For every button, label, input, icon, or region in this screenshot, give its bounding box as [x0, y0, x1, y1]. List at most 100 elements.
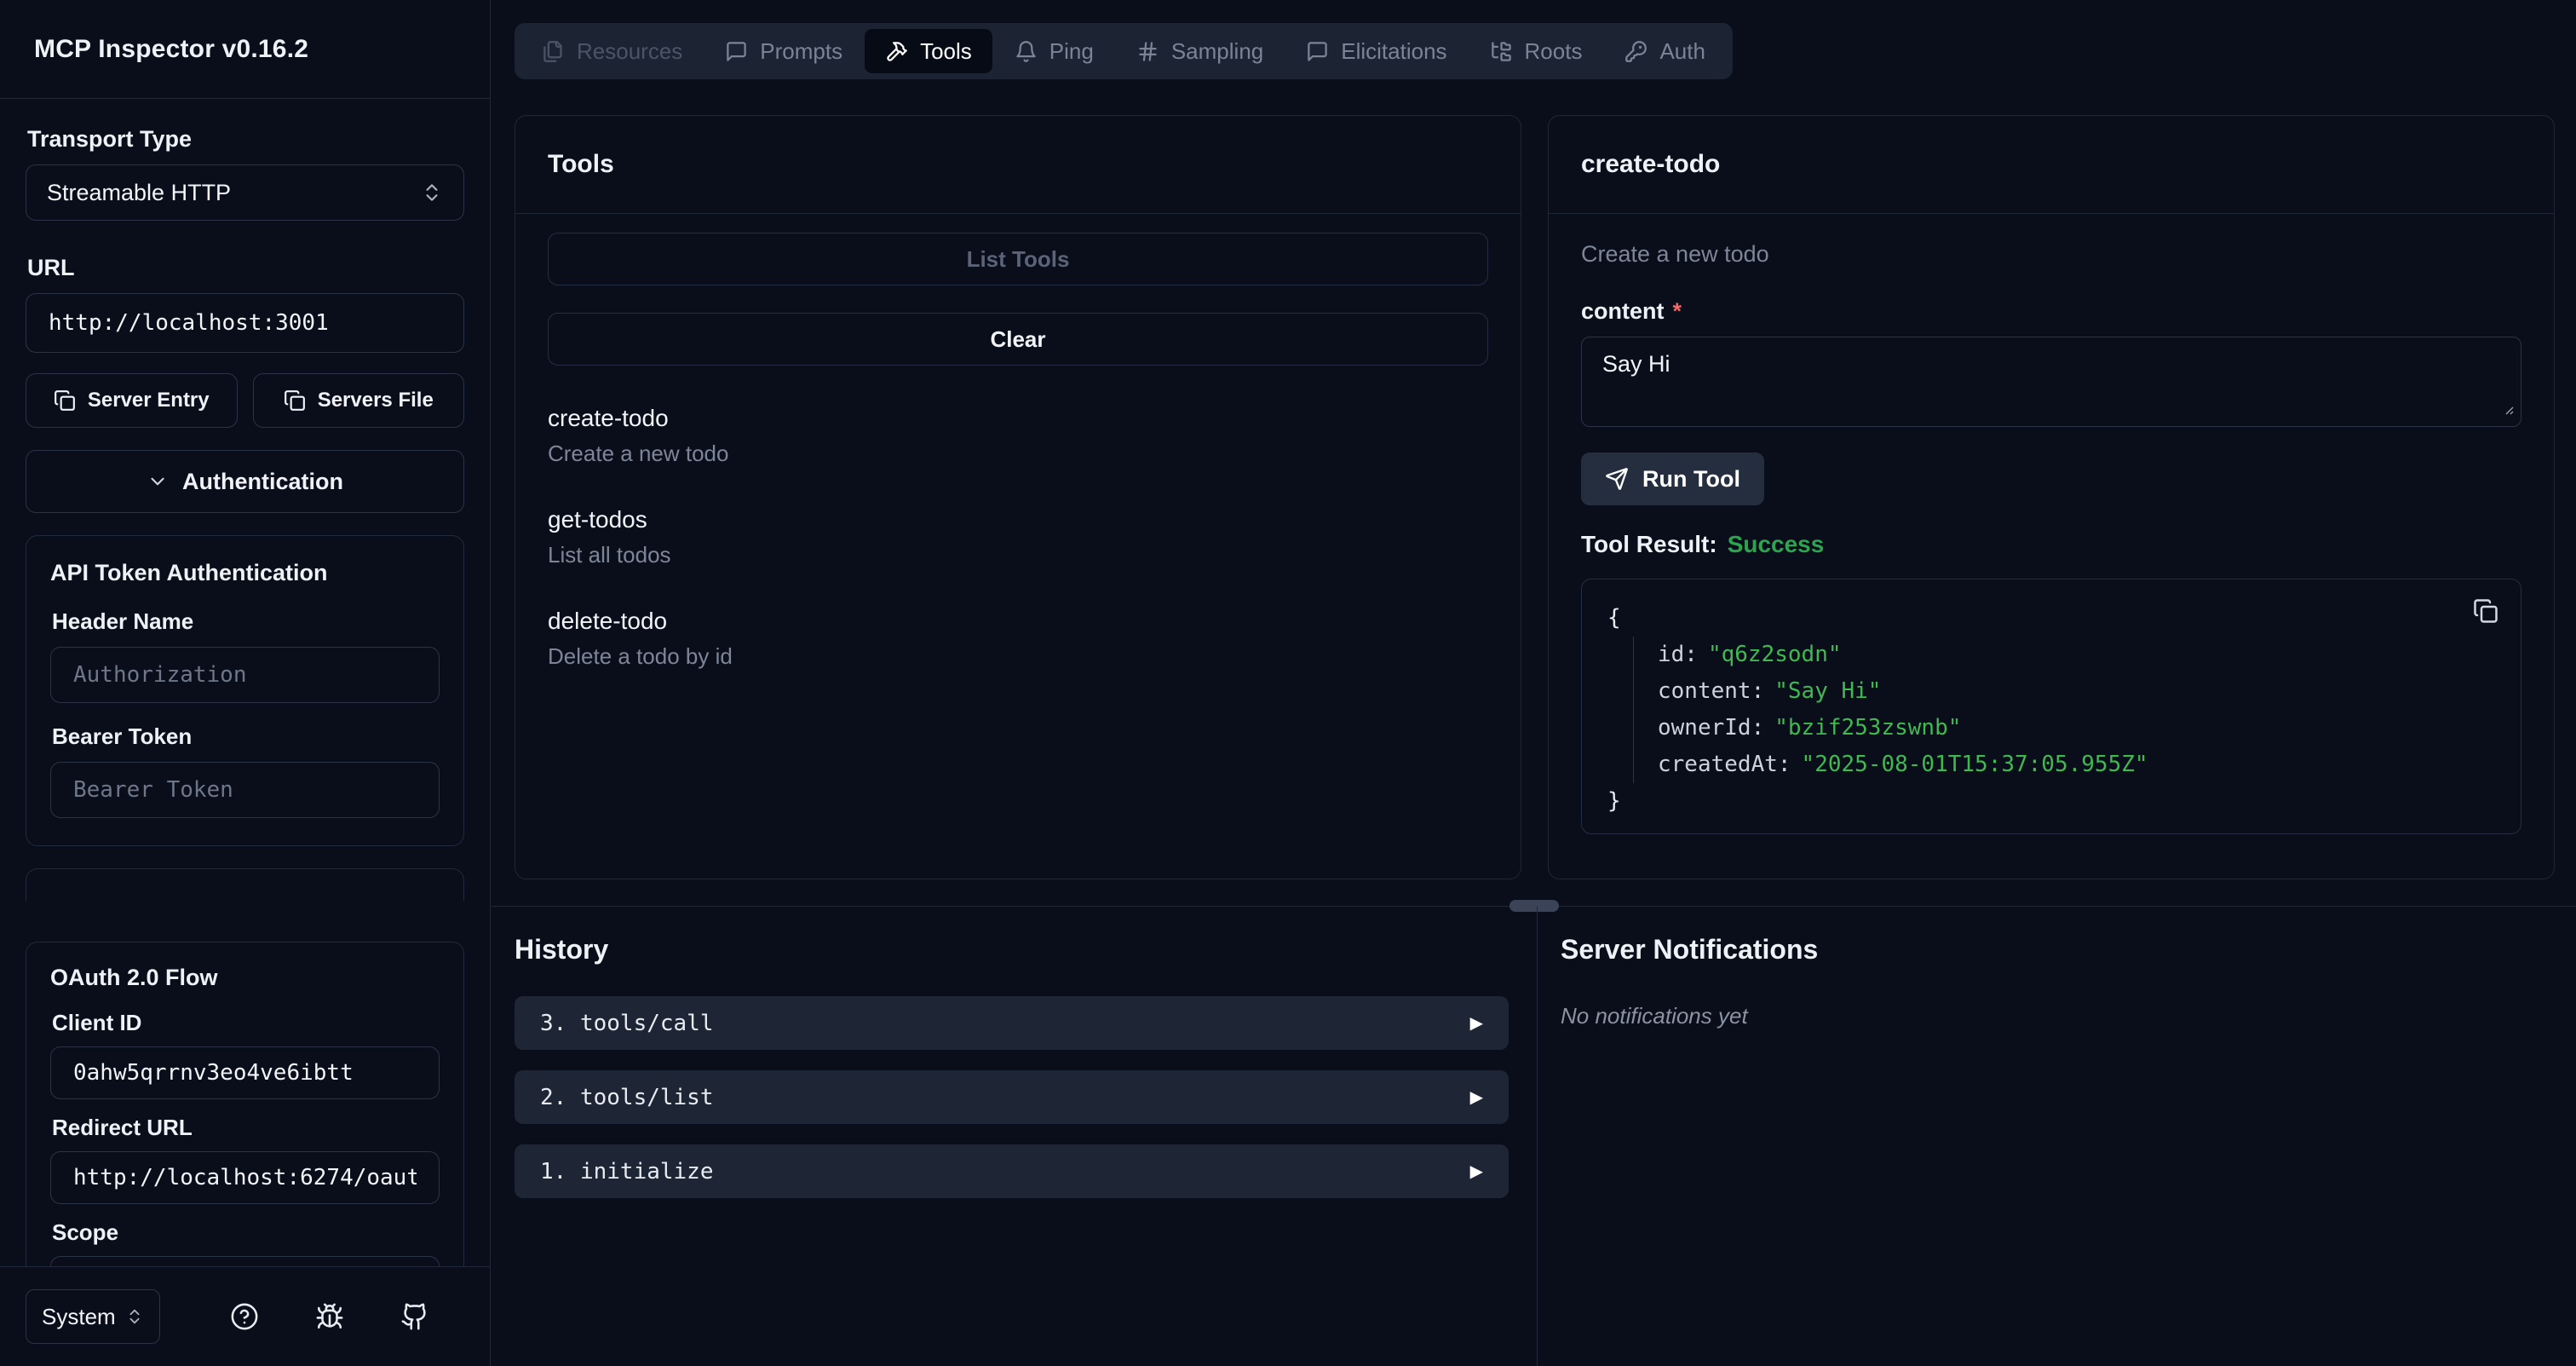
tab-label: Resources — [577, 38, 682, 65]
send-icon — [1605, 467, 1629, 491]
tab-label: Sampling — [1171, 38, 1263, 65]
tab-ping[interactable]: Ping — [994, 29, 1114, 73]
history-row-tools-list[interactable]: 2. tools/list ▶ — [515, 1070, 1509, 1124]
required-asterisk: * — [1673, 298, 1682, 324]
theme-select-value: System — [42, 1304, 116, 1330]
oauth-flow-title: OAuth 2.0 Flow — [50, 965, 440, 991]
bug-report-button[interactable] — [315, 1302, 344, 1331]
json-key: id: — [1658, 642, 1698, 667]
hash-icon — [1136, 40, 1159, 63]
history-row-label: 1. initialize — [540, 1159, 714, 1184]
server-entry-button[interactable]: Server Entry — [26, 373, 238, 428]
oauth-flow-card: OAuth 2.0 Flow Client ID Redirect URL Sc… — [26, 942, 464, 1266]
run-tool-button[interactable]: Run Tool — [1581, 452, 1764, 505]
sidebar-content: Transport Type Streamable HTTP URL Serve… — [0, 99, 490, 1266]
transport-type-select[interactable]: Streamable HTTP — [26, 164, 464, 221]
chevrons-up-down-icon — [421, 182, 443, 204]
client-id-input[interactable] — [50, 1046, 440, 1099]
tab-bar: Resources Prompts Tools Ping Sampling — [515, 23, 1733, 79]
tab-resources: Resources — [521, 29, 703, 73]
tool-result-line: Tool Result:Success — [1581, 531, 2521, 558]
json-value: "2025-08-01T15:37:05.955Z" — [1802, 752, 2148, 777]
api-token-auth-title: API Token Authentication — [50, 560, 440, 586]
tab-tools[interactable]: Tools — [865, 29, 992, 73]
copy-buttons-row: Server Entry Servers File — [26, 373, 464, 428]
tool-name: get-todos — [548, 506, 1488, 533]
tab-sampling[interactable]: Sampling — [1116, 29, 1284, 73]
message-square-icon — [725, 40, 748, 63]
content-textarea[interactable]: Say Hi — [1581, 337, 2521, 427]
tab-label: Elicitations — [1341, 38, 1446, 65]
message-square-icon — [1306, 40, 1329, 63]
servers-file-button[interactable]: Servers File — [253, 373, 465, 428]
json-rows: id: "q6z2sodn" content:"Say Hi" ownerId: "… — [1633, 637, 2495, 783]
history-rows: 3. tools/call ▶ 2. tools/list ▶ 1. initi… — [515, 996, 1509, 1198]
footer-icons — [230, 1302, 429, 1331]
bell-icon — [1015, 40, 1038, 63]
tool-name: delete-todo — [548, 608, 1488, 635]
tab-label: Prompts — [760, 38, 842, 65]
tool-detail-description: Create a new todo — [1581, 241, 2521, 268]
chevron-down-icon — [147, 470, 169, 493]
scope-input[interactable] — [50, 1256, 440, 1266]
tab-label: Tools — [920, 38, 972, 65]
transport-type-label: Transport Type — [27, 126, 464, 153]
tool-item-delete-todo[interactable]: delete-todo Delete a todo by id — [548, 608, 1488, 670]
split-drag-handle[interactable] — [1509, 900, 1559, 912]
github-icon — [400, 1302, 429, 1331]
no-notifications-text: No notifications yet — [1561, 1003, 2498, 1029]
header-name-input[interactable] — [50, 647, 440, 703]
tool-description: Create a new todo — [548, 441, 1488, 467]
tool-detail-body: Create a new todo content * Say Hi Run To… — [1549, 214, 2554, 834]
content-textarea-wrap: Say Hi — [1581, 337, 2521, 427]
github-button[interactable] — [400, 1302, 429, 1331]
list-tools-button[interactable]: List Tools — [548, 233, 1488, 285]
tool-name: create-todo — [548, 405, 1488, 432]
tool-item-get-todos[interactable]: get-todos List all todos — [548, 506, 1488, 568]
tab-auth[interactable]: Auth — [1604, 29, 1726, 73]
url-input[interactable] — [26, 293, 464, 353]
bearer-token-input[interactable] — [50, 762, 440, 818]
json-key: createdAt: — [1658, 752, 1791, 777]
json-open-brace: { — [1607, 600, 2495, 637]
vertical-split-divider — [1537, 907, 1538, 1366]
expand-arrow-icon: ▶ — [1470, 1012, 1483, 1034]
history-title: History — [515, 934, 1509, 965]
tab-roots[interactable]: Roots — [1469, 29, 1603, 73]
tab-elicitations[interactable]: Elicitations — [1285, 29, 1467, 73]
tool-description: Delete a todo by id — [548, 643, 1488, 670]
json-row: content:"Say Hi" — [1658, 673, 2495, 710]
header-name-label: Header Name — [52, 608, 440, 635]
history-panel: History 3. tools/call ▶ 2. tools/list ▶ … — [515, 934, 1509, 1219]
sidebar: MCP Inspector v0.16.2 Transport Type Str… — [0, 0, 491, 1366]
content-field-label-text: content — [1581, 298, 1665, 324]
clear-button[interactable]: Clear — [548, 313, 1488, 366]
copy-icon — [284, 389, 306, 412]
json-row: createdAt: "2025-08-01T15:37:05.955Z" — [1658, 746, 2495, 783]
tools-panel-body: List Tools Clear create-todo Create a ne… — [515, 214, 1521, 670]
clipped-card-edge — [26, 868, 464, 901]
json-row: id: "q6z2sodn" — [1658, 637, 2495, 673]
authentication-toggle[interactable]: Authentication — [26, 450, 464, 513]
json-key: ownerId: — [1658, 715, 1764, 741]
chevrons-up-down-icon — [125, 1307, 144, 1326]
history-row-tools-call[interactable]: 3. tools/call ▶ — [515, 996, 1509, 1050]
copy-result-button[interactable] — [2473, 598, 2498, 624]
help-button[interactable] — [230, 1302, 259, 1331]
resize-grip-icon[interactable] — [2501, 402, 2515, 420]
history-row-initialize[interactable]: 1. initialize ▶ — [515, 1144, 1509, 1198]
main-area: Resources Prompts Tools Ping Sampling — [492, 0, 2576, 1366]
theme-select[interactable]: System — [26, 1289, 160, 1344]
tool-item-create-todo[interactable]: create-todo Create a new todo — [548, 405, 1488, 467]
json-value: "q6z2sodn" — [1708, 642, 1842, 667]
tool-detail-title: create-todo — [1549, 116, 2554, 214]
tab-prompts[interactable]: Prompts — [704, 29, 863, 73]
folder-tree-icon — [1490, 40, 1513, 63]
app-title: MCP Inspector v0.16.2 — [0, 0, 490, 99]
json-value: "Say Hi" — [1774, 678, 1881, 704]
redirect-url-input[interactable] — [50, 1151, 440, 1204]
help-circle-icon — [230, 1302, 259, 1331]
tab-label: Ping — [1049, 38, 1094, 65]
tools-panel-title: Tools — [515, 116, 1521, 214]
redirect-url-label: Redirect URL — [52, 1115, 440, 1141]
